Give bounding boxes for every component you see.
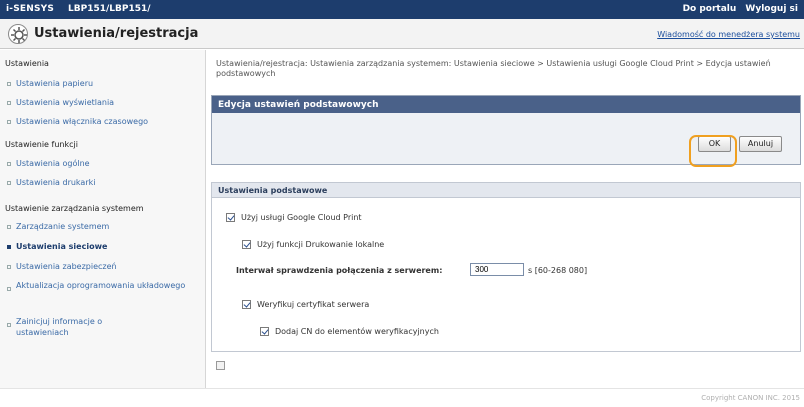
logout-link[interactable]: Wyloguj si xyxy=(745,4,798,14)
page-header: Ustawienia/rejestracja Wiadomość do mene… xyxy=(0,19,804,49)
interval-input[interactable] xyxy=(470,263,524,276)
top-links: Do portalu Wyloguj si xyxy=(677,4,798,14)
sidebar-item-label: Zainicjuj informacje o ustawieniach xyxy=(16,317,103,337)
sidebar-item-firmware-update[interactable]: Aktualizacja oprogramowania układowego xyxy=(7,280,187,291)
basic-settings-panel: Ustawienia podstawowe Użyj usługi Google… xyxy=(211,182,801,352)
sidebar-item-label: Ustawienia zabezpieczeń xyxy=(16,262,117,271)
use-gcp-row: Użyj usługi Google Cloud Print xyxy=(226,213,362,222)
bullet-icon xyxy=(7,245,11,249)
verify-cert-row: Weryfikuj certyfikat serwera xyxy=(242,300,369,309)
verify-cert-label: Weryfikuj certyfikat serwera xyxy=(257,300,370,309)
bullet-icon xyxy=(7,120,11,124)
sidebar-section-system[interactable]: Ustawienie zarządzania systemem xyxy=(5,204,144,213)
bullet-icon xyxy=(7,225,11,229)
message-to-admin-link[interactable]: Wiadomość do menedżera systemu xyxy=(657,30,800,39)
main-content: Ustawienia/rejestracja: Ustawienia zarzą… xyxy=(207,50,804,388)
footer: Copyright CANON INC. 2015 xyxy=(0,388,804,407)
sidebar-item-printer[interactable]: Ustawienia drukarki xyxy=(7,178,95,187)
bullet-icon xyxy=(7,287,11,291)
add-cn-label: Dodaj CN do elementów weryfikacyjnych xyxy=(275,327,439,336)
sidebar-item-label: Ustawienia włącznika czasowego xyxy=(16,117,149,126)
settings-gear-icon xyxy=(8,24,28,44)
add-cn-checkbox[interactable] xyxy=(260,327,269,336)
device-model: LBP151/LBP151/ xyxy=(68,4,151,14)
sidebar-item-network[interactable]: Ustawienia sieciowe xyxy=(7,242,107,251)
bullet-icon xyxy=(7,265,11,269)
sidebar-item-label: Ustawienia papieru xyxy=(16,79,94,88)
sidebar-item-label: Ustawienia sieciowe xyxy=(16,242,108,251)
bullet-icon xyxy=(7,323,11,327)
ok-button-highlight xyxy=(689,135,737,167)
sidebar-item-label: Ustawienia drukarki xyxy=(16,178,96,187)
bullet-icon xyxy=(7,181,11,185)
sidebar-section-function[interactable]: Ustawienie funkcji xyxy=(5,140,78,149)
sidebar-section-settings[interactable]: Ustawienia xyxy=(5,59,49,68)
sidebar-item-label: Ustawienia ogólne xyxy=(16,159,90,168)
add-cn-row: Dodaj CN do elementów weryfikacyjnych xyxy=(260,327,439,336)
top-bar: i-SENSYS LBP151/LBP151/ Do portalu Wylog… xyxy=(0,0,804,19)
copyright-text: Copyright CANON INC. 2015 xyxy=(701,394,800,402)
interval-label: Interwał sprawdzenia połączenia z serwer… xyxy=(236,266,443,275)
sidebar: Ustawienia Ustawienia papieru Ustawienia… xyxy=(0,50,206,388)
verify-cert-checkbox[interactable] xyxy=(242,300,251,309)
brand-logo: i-SENSYS xyxy=(6,4,55,14)
bullet-icon xyxy=(7,101,11,105)
cancel-button[interactable]: Anuluj xyxy=(739,136,782,152)
use-gcp-label: Użyj usługi Google Cloud Print xyxy=(241,213,362,222)
interval-range-hint: s [60-268 080] xyxy=(528,266,588,275)
sidebar-item-label: Ustawienia wyświetlania xyxy=(16,98,115,107)
sidebar-item-security[interactable]: Ustawienia zabezpieczeń xyxy=(7,262,117,271)
sidebar-item-label: Zarządzanie systemem xyxy=(16,222,110,231)
portal-link[interactable]: Do portalu xyxy=(683,4,737,14)
use-gcp-checkbox[interactable] xyxy=(226,213,235,222)
sidebar-item-timer[interactable]: Ustawienia włącznika czasowego xyxy=(7,117,148,126)
sidebar-item-system-management[interactable]: Zarządzanie systemem xyxy=(7,222,109,231)
sidebar-item-display[interactable]: Ustawienia wyświetlania xyxy=(7,98,114,107)
basic-panel-title: Ustawienia podstawowe xyxy=(212,183,800,198)
page-title: Ustawienia/rejestracja xyxy=(34,26,199,41)
breadcrumb: Ustawienia/rejestracja: Ustawienia zarzą… xyxy=(216,59,771,78)
sidebar-item-general[interactable]: Ustawienia ogólne xyxy=(7,159,90,168)
scroll-to-top-icon[interactable] xyxy=(216,361,225,370)
sidebar-item-label: Aktualizacja oprogramowania układowego xyxy=(16,281,186,290)
sidebar-item-init-settings[interactable]: Zainicjuj informacje o ustawieniach xyxy=(7,316,157,338)
local-print-label: Użyj funkcji Drukowanie lokalne xyxy=(257,240,385,249)
bullet-icon xyxy=(7,162,11,166)
bullet-icon xyxy=(7,82,11,86)
local-print-row: Użyj funkcji Drukowanie lokalne xyxy=(242,240,384,249)
edit-panel-title: Edycja ustawień podstawowych xyxy=(212,96,800,113)
sidebar-item-paper[interactable]: Ustawienia papieru xyxy=(7,79,93,88)
local-print-checkbox[interactable] xyxy=(242,240,251,249)
